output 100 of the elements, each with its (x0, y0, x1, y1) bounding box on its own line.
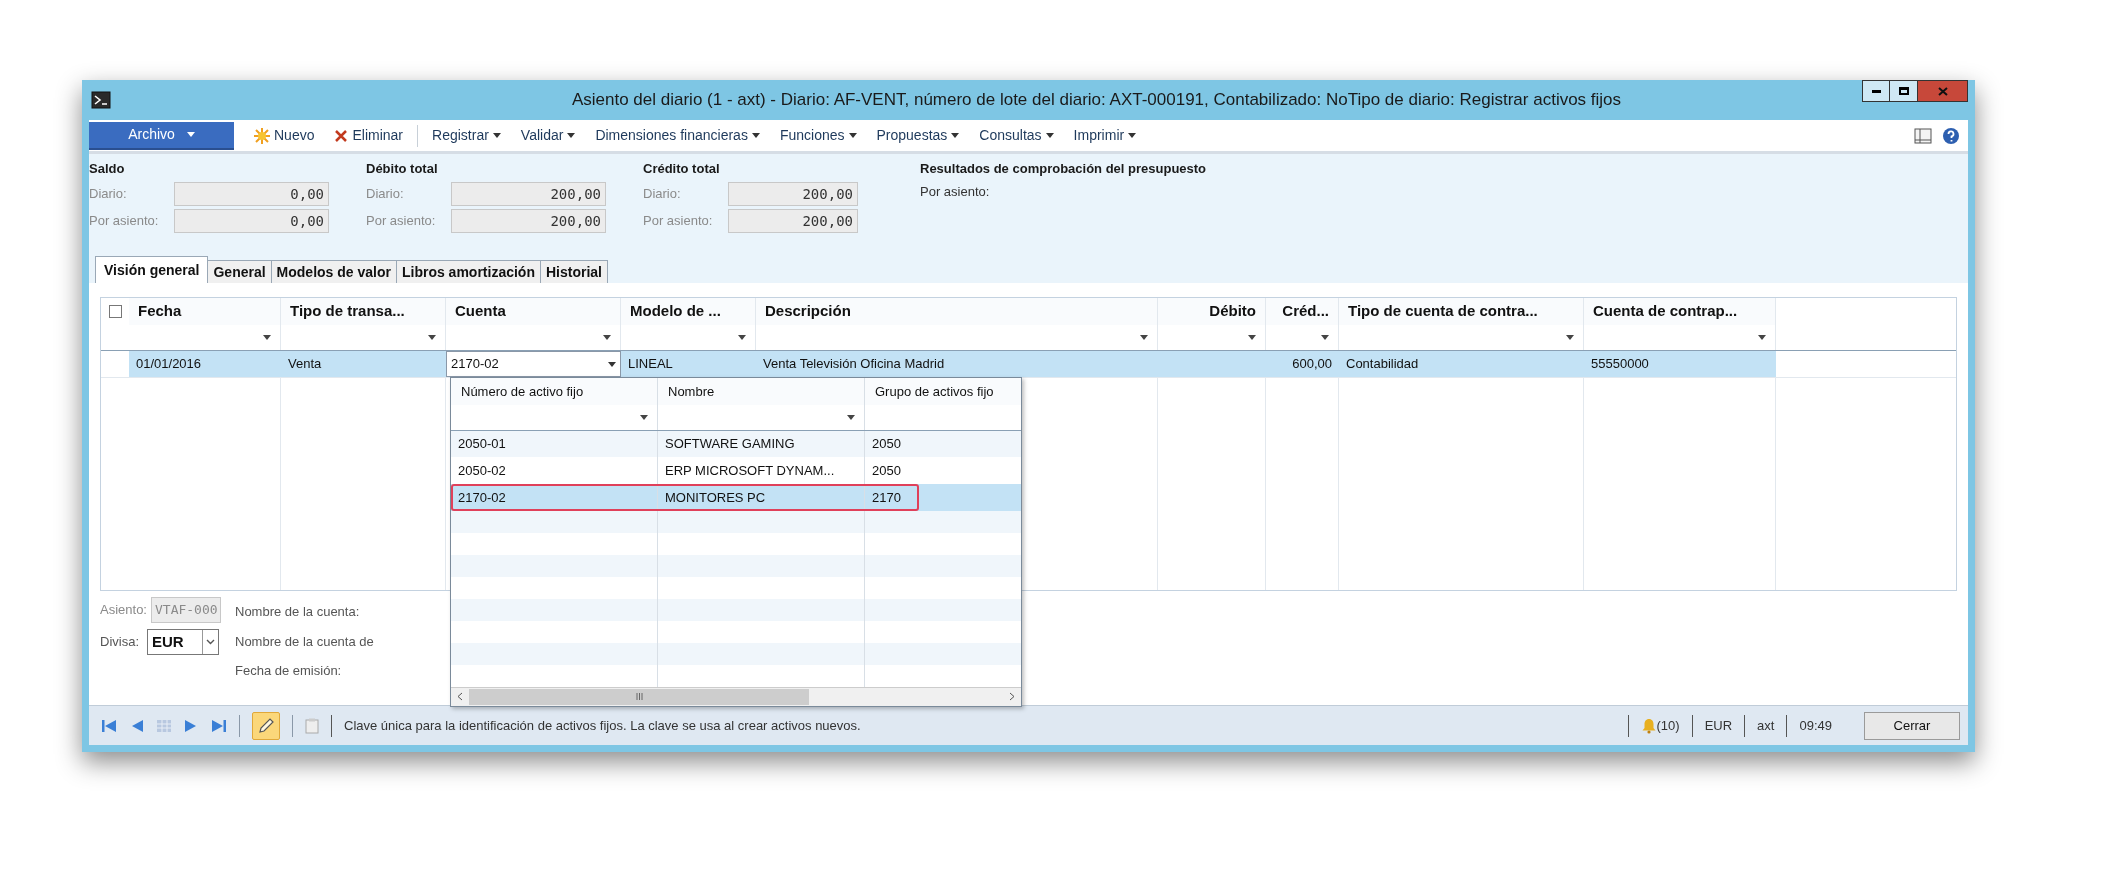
filter-caret-icon[interactable] (847, 414, 855, 420)
window-title: Asiento del diario (1 - axt) - Diario: AF-VENT, número de lote del diario: AXT-000191, Contabilizado: NoTipo de diario: Registrar activos fijos (570, 89, 1623, 112)
scroll-left-icon[interactable] (457, 692, 463, 702)
bell-icon (1640, 717, 1657, 734)
column-header[interactable]: Descripción (756, 298, 1158, 325)
table-cell-text: 01/01/2016 (135, 355, 203, 374)
scroll-right-icon[interactable] (1009, 692, 1015, 702)
tab[interactable]: Visión general (95, 256, 209, 283)
filter-caret-icon[interactable] (738, 335, 746, 340)
menu-button[interactable]: Consultas (969, 122, 1064, 149)
edit-mode-button[interactable] (252, 711, 280, 740)
amount-field: 200,00 (728, 182, 858, 206)
alerts-button[interactable]: (10) (1640, 715, 1680, 736)
table-cell-text: SOFTWARE GAMING (665, 435, 795, 454)
toolbar-button[interactable]: Eliminar (324, 122, 414, 149)
clipboard-icon[interactable] (305, 717, 319, 734)
menu-button[interactable]: Funciones (769, 122, 867, 149)
table-cell-text: 55550000 (1590, 355, 1650, 374)
sun-icon (254, 127, 270, 144)
last-record-icon[interactable] (211, 718, 227, 733)
currency-combo[interactable]: EUR (147, 629, 219, 655)
tab[interactable]: Libros amortización (396, 260, 541, 283)
amount-field: 200,00 (451, 182, 606, 206)
column-header[interactable]: Nombre (658, 378, 865, 405)
caret-icon (848, 133, 857, 138)
table-cell-text: 2170-02 (458, 488, 506, 507)
lookup-row[interactable]: 2170-02 MONITORES PC 2170 (451, 484, 1021, 511)
voucher-field: VTAF-000 (151, 597, 221, 623)
column-header[interactable]: Créd... (1266, 298, 1339, 325)
close-window-button[interactable]: Cerrar (1864, 711, 1960, 740)
column-header[interactable]: Fecha (129, 298, 281, 325)
caret-icon (1045, 133, 1054, 138)
time-label: 09:49 (1799, 716, 1832, 735)
status-message: Clave única para la identificación de activos fijos. La clave se usa al crear activos nuevos. (344, 716, 862, 735)
amount-field: 200,00 (728, 209, 858, 233)
menu-button[interactable]: Imprimir (1063, 122, 1147, 149)
table-cell-text: 2050 (872, 435, 901, 454)
column-header[interactable]: Modelo de ... (621, 298, 756, 325)
caret-icon (186, 132, 195, 137)
table-cell-text: 600,00 (1291, 355, 1333, 374)
field-label: Diario: (643, 185, 682, 204)
caret-icon (567, 133, 576, 138)
menu-button[interactable]: Validar (510, 122, 586, 149)
account-combo[interactable]: 2170-02 (446, 351, 621, 377)
first-record-icon[interactable] (101, 718, 117, 733)
filter-caret-icon[interactable] (1321, 335, 1329, 340)
caret-icon (1128, 133, 1137, 138)
tab[interactable]: Historial (541, 260, 608, 283)
column-header[interactable]: Tipo de cuenta de contra... (1339, 298, 1584, 325)
maximize-button[interactable] (1890, 80, 1918, 102)
filter-caret-icon[interactable] (603, 335, 611, 340)
horizontal-scrollbar[interactable] (451, 686, 1021, 706)
menu-button[interactable]: Propuestas (866, 122, 970, 149)
menu-button[interactable]: Registrar (422, 122, 511, 149)
filter-caret-icon[interactable] (1758, 335, 1766, 340)
grid-row[interactable]: 01/01/2016 Venta 2170-02 LINEAL Venta Televisión Oficina Madrid 600,00 Contabilidad 55550000 (129, 351, 1776, 377)
table-cell-text: Venta (287, 355, 323, 374)
group-title: Saldo (89, 160, 126, 178)
column-header[interactable]: Tipo de transa... (281, 298, 446, 325)
filter-caret-icon[interactable] (1140, 335, 1148, 340)
field-label: Divisa: (100, 633, 139, 652)
field-label: Por asiento: (643, 212, 714, 231)
help-icon[interactable] (1942, 126, 1960, 145)
tab[interactable]: Modelos de valor (271, 260, 397, 283)
lookup-row[interactable]: 2050-02 ERP MICROSOFT DYNAM... 2050 (451, 457, 1021, 485)
caret-icon (751, 133, 760, 138)
column-header[interactable]: Cuenta de contrap... (1584, 298, 1776, 325)
filter-caret-icon[interactable] (263, 335, 271, 340)
table-cell-text: Venta Televisión Oficina Madrid (762, 355, 946, 374)
minimize-button[interactable] (1862, 80, 1890, 102)
filter-caret-icon[interactable] (640, 414, 648, 420)
field-label: Fecha de emisión: (235, 662, 343, 680)
lookup-row[interactable]: 2050-01 SOFTWARE GAMING 2050 (451, 430, 1021, 458)
currency-label: EUR (1704, 716, 1733, 735)
close-button[interactable] (1918, 80, 1968, 102)
grip-icon (635, 693, 643, 701)
table-cell-text: LINEAL (627, 355, 674, 374)
file-menu-button[interactable]: Archivo (89, 121, 234, 150)
field-label: Asiento: (100, 601, 147, 620)
column-header[interactable]: Débito (1158, 298, 1266, 325)
field-label: Por asiento: (366, 212, 437, 231)
toolbar-button[interactable]: Nuevo (244, 122, 325, 149)
column-header[interactable]: Número de activo fijo (451, 378, 658, 405)
filter-caret-icon[interactable] (1566, 335, 1574, 340)
field-label: Diario: (89, 185, 128, 204)
column-header[interactable]: Grupo de activos fijo (865, 378, 1021, 405)
column-header[interactable]: Cuenta (446, 298, 621, 325)
filter-caret-icon[interactable] (428, 335, 436, 340)
amount-field: 0,00 (174, 209, 329, 233)
filter-caret-icon[interactable] (1248, 335, 1256, 340)
table-cell-text: 2050-01 (458, 435, 506, 454)
field-label: Nombre de la cuenta: (235, 603, 361, 621)
field-label: Por asiento: (920, 183, 991, 201)
panel-icon[interactable] (1914, 127, 1932, 144)
select-all-checkbox[interactable] (108, 305, 122, 318)
pencil-icon (257, 716, 275, 735)
group-title: Resultados de comprobación del presupuesto (920, 160, 1207, 178)
amount-field: 200,00 (451, 209, 606, 233)
tab[interactable]: General (208, 260, 272, 283)
menu-button[interactable]: Dimensiones financieras (585, 122, 770, 149)
